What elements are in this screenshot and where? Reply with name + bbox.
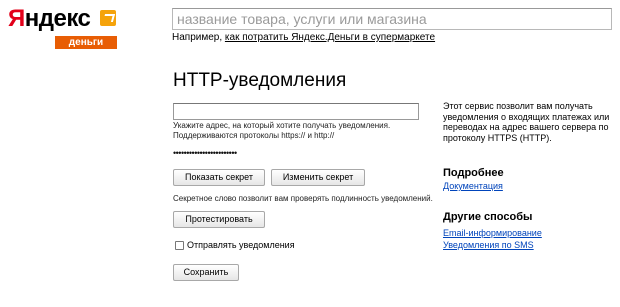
test-button[interactable]: Протестировать bbox=[173, 211, 265, 228]
url-hint: Укажите адрес, на который хотите получат… bbox=[173, 121, 391, 140]
page-title: HTTP-уведомления bbox=[173, 70, 347, 91]
secret-hint: Секретное слово позволит вам проверять п… bbox=[173, 194, 433, 203]
logo-wordmark: Яндекс bbox=[8, 5, 91, 32]
service-description: Этот сервис позволит вам получать уведом… bbox=[443, 101, 610, 143]
more-heading: Подробнее bbox=[443, 167, 504, 179]
send-notifications-label: Отправлять уведомления bbox=[187, 240, 295, 250]
search-input[interactable] bbox=[172, 8, 612, 30]
email-notifications-link[interactable]: Email-информирование bbox=[443, 228, 542, 238]
notification-url-input[interactable] bbox=[173, 103, 419, 120]
other-methods-heading: Другие способы bbox=[443, 211, 533, 223]
send-notifications-checkbox[interactable] bbox=[175, 240, 184, 250]
show-secret-button[interactable]: Показать секрет bbox=[173, 169, 265, 186]
secret-value: •••••••••••••••••••••••• bbox=[173, 148, 237, 158]
yandex-money-logo[interactable]: Яндекс деньги bbox=[8, 5, 117, 49]
send-notifications-option[interactable]: Отправлять уведомления bbox=[173, 239, 295, 251]
save-button[interactable]: Сохранить bbox=[173, 264, 239, 281]
search-hint-link[interactable]: как потратить Яндекс.Деньги в супермарке… bbox=[225, 32, 435, 43]
logo-subtitle: деньги bbox=[55, 36, 117, 49]
wallet-icon bbox=[100, 10, 116, 26]
documentation-link[interactable]: Документация bbox=[443, 181, 503, 191]
search-hint: Например, как потратить Яндекс.Деньги в … bbox=[172, 32, 436, 43]
change-secret-button[interactable]: Изменить секрет bbox=[271, 169, 365, 186]
sms-notifications-link[interactable]: Уведомления по SMS bbox=[443, 240, 534, 250]
